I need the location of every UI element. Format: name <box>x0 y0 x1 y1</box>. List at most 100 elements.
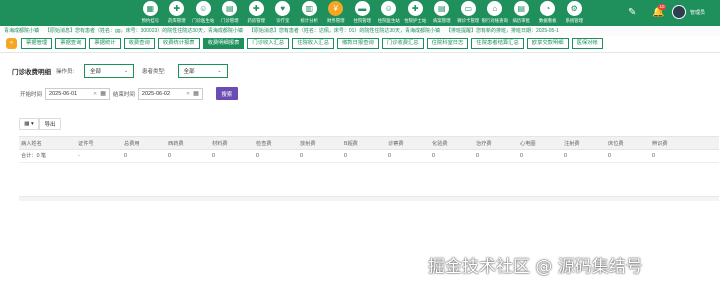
calendar-icon[interactable]: ▦ <box>193 90 199 97</box>
table-cell: 0 <box>652 153 655 159</box>
clear-icon[interactable]: ✕ <box>93 91 97 97</box>
nav-item-label: 病案管理 <box>432 18 451 23</box>
top-navbar: ▦ 预约挂号 ✚ 药库管理 ☺ 门诊医生站 ▤ 门诊管理 ✚ 药房管理 ♥ 诊疗室 ▥ 统计分析 ¥ 财务管理… <box>0 0 720 26</box>
chevron-down-icon: ⌄ <box>217 68 222 74</box>
table-cell: 0 <box>608 153 611 159</box>
clear-icon[interactable]: ✕ <box>186 91 190 97</box>
table-cell: 0 <box>256 153 259 159</box>
table-row: 合计：0 笔 - 0 0 0 0 0 0 0 0 0 0 0 0 0 <box>19 150 719 163</box>
tab[interactable]: 收费明细报表 <box>202 37 245 49</box>
nav-item[interactable]: ☺ 门诊医生站 <box>190 1 217 24</box>
bell-icon[interactable]: 🔔 10 <box>652 3 667 18</box>
tab[interactable]: 门诊收费汇总 <box>381 37 424 49</box>
tab[interactable]: 票据管理 <box>21 37 53 49</box>
column-header[interactable]: 检查费 <box>254 137 298 149</box>
table-cell: 0 <box>344 153 347 159</box>
column-header[interactable]: 心电图 <box>518 137 562 149</box>
tab[interactable]: 收费统计报表 <box>157 37 200 49</box>
avatar[interactable] <box>672 5 686 19</box>
column-header[interactable]: 总费用 <box>122 137 166 149</box>
doctor-icon: ☺ <box>195 1 211 16</box>
tab[interactable]: 票据统计 <box>89 37 121 49</box>
nav-item[interactable]: ▥ 统计分析 <box>296 1 323 24</box>
nav-item-label: 药库管理 <box>167 18 186 23</box>
column-header[interactable]: 床位费 <box>606 137 650 149</box>
column-header[interactable]: 材料费 <box>210 137 254 149</box>
tab[interactable]: 收费查询 <box>123 37 155 49</box>
nav-item[interactable]: ▦ 预约挂号 <box>137 1 164 24</box>
operator-select[interactable]: 全部 ⌄ <box>84 64 135 78</box>
nav-item-label: 住院护士站 <box>404 18 427 23</box>
pencil-icon[interactable]: ✎ <box>628 7 642 18</box>
column-header[interactable]: 辨识费 <box>650 137 694 149</box>
column-header[interactable]: B超费 <box>342 137 386 149</box>
calendar-icon[interactable]: ▦ <box>100 90 106 97</box>
patient-type-select[interactable]: 全部 ⌄ <box>177 64 228 78</box>
table-body: 合计：0 笔 - 0 0 0 0 0 0 0 0 0 0 0 0 0 <box>19 150 719 163</box>
nav-item[interactable]: ▬ 住院管理 <box>349 1 376 24</box>
tab[interactable]: 住院收入汇总 <box>292 37 334 49</box>
tab[interactable]: 医保对帐 <box>571 37 603 49</box>
notice-item: 【排班提醒】您有新的排班，排班日期：2025-05-1 <box>445 28 559 34</box>
table-cell: 0 <box>212 153 215 159</box>
table-scrollbar[interactable] <box>19 196 719 201</box>
tab[interactable]: 欧享交款明细 <box>526 37 569 49</box>
table-cell: 0 <box>300 153 303 159</box>
tab[interactable]: 住院科室日志 <box>426 37 469 49</box>
table-cell: - <box>78 153 80 159</box>
table-toolbar: ▦ ▾ 导出 <box>19 118 61 130</box>
nav-item[interactable]: ▤ 病历审批 <box>508 1 535 24</box>
nav-item[interactable]: ▤ 门诊管理 <box>217 1 244 24</box>
card-icon: ▭ <box>460 1 476 16</box>
nav-item-label: 病历审批 <box>512 18 531 23</box>
notice-ticker: 青海成都院小镇 【原始消息】您有患者（姓名：gg，床号：300023）的院性住院达… <box>0 26 720 36</box>
column-header[interactable]: 注射费 <box>562 137 606 149</box>
collapse-tabs-button[interactable]: « <box>6 37 17 49</box>
nav-item[interactable]: ¥ 财务管理 <box>323 1 350 24</box>
tab[interactable]: 缴款日报查询 <box>337 37 379 49</box>
column-header[interactable]: 治疗费 <box>474 137 518 149</box>
search-button[interactable]: 搜索 <box>215 87 238 100</box>
nav-item-label: 统计分析 <box>300 18 319 23</box>
finance-icon: ¥ <box>328 1 344 16</box>
username[interactable]: 管理员 <box>690 9 705 16</box>
column-header[interactable]: 放射费 <box>298 137 342 149</box>
column-toggle-button[interactable]: ▦ ▾ <box>19 118 39 130</box>
stethoscope-icon: ♥ <box>275 1 291 16</box>
watermark: 掘金技术社区 @ 源码集结号 <box>428 257 643 277</box>
divider <box>0 52 720 53</box>
end-date-input[interactable]: 2025-06-02 ✕ ▦ <box>137 87 203 100</box>
nav-item[interactable]: ▤ 病案管理 <box>429 1 456 24</box>
nav-item-label: 微诊卡管理 <box>457 18 480 23</box>
export-button[interactable]: 导出 <box>39 118 61 130</box>
table-cell: 0 <box>520 153 523 159</box>
date-filter-row: 开始时间 2025-06-01 ✕ ▦ 结束时间 2025-06-02 ✕ ▦ … <box>20 87 238 100</box>
nav-item[interactable]: ✚ 药房管理 <box>243 1 270 24</box>
start-date-input[interactable]: 2025-06-01 ✕ ▦ <box>45 87 110 100</box>
nav-item[interactable]: ♥ 诊疗室 <box>270 1 297 24</box>
table-cell: 0 <box>124 153 127 159</box>
chevron-down-icon: ⌄ <box>123 68 129 74</box>
tab[interactable]: 门诊收入汇总 <box>247 37 290 49</box>
filter-row: 门诊收费明细 操作员: 全部 ⌄ 患者类型: 全部 ⌄ <box>12 64 228 78</box>
table-cell: 0 <box>476 153 479 159</box>
table-cell: 0 <box>432 153 435 159</box>
doctor-icon: ☺ <box>381 1 397 16</box>
column-header[interactable]: 病人姓名 <box>19 137 76 149</box>
nav-item[interactable]: ◔ 数据看板 <box>535 1 562 24</box>
column-header[interactable]: 西药费 <box>166 137 210 149</box>
tab[interactable]: 住院患者结算汇总 <box>471 37 524 49</box>
nav-item-label: 银行对账查询 <box>481 18 508 23</box>
nav-item[interactable]: ⌂ 银行对账查询 <box>482 1 509 24</box>
nav-item[interactable]: ✚ 住院护士站 <box>402 1 429 24</box>
tab[interactable]: 票据查询 <box>55 37 87 49</box>
chart-icon: ▥ <box>301 1 317 16</box>
nav-item[interactable]: ▭ 微诊卡管理 <box>455 1 482 24</box>
nav-item[interactable]: ☺ 住院医生站 <box>376 1 403 24</box>
column-header[interactable]: 诊察费 <box>386 137 430 149</box>
nav-item[interactable]: ✚ 药库管理 <box>164 1 191 24</box>
column-header[interactable]: 化验费 <box>430 137 474 149</box>
nav-item[interactable]: ⚙ 系统管理 <box>561 1 588 24</box>
bank-icon: ⌂ <box>487 1 503 16</box>
column-header[interactable]: 证件号 <box>76 137 122 149</box>
